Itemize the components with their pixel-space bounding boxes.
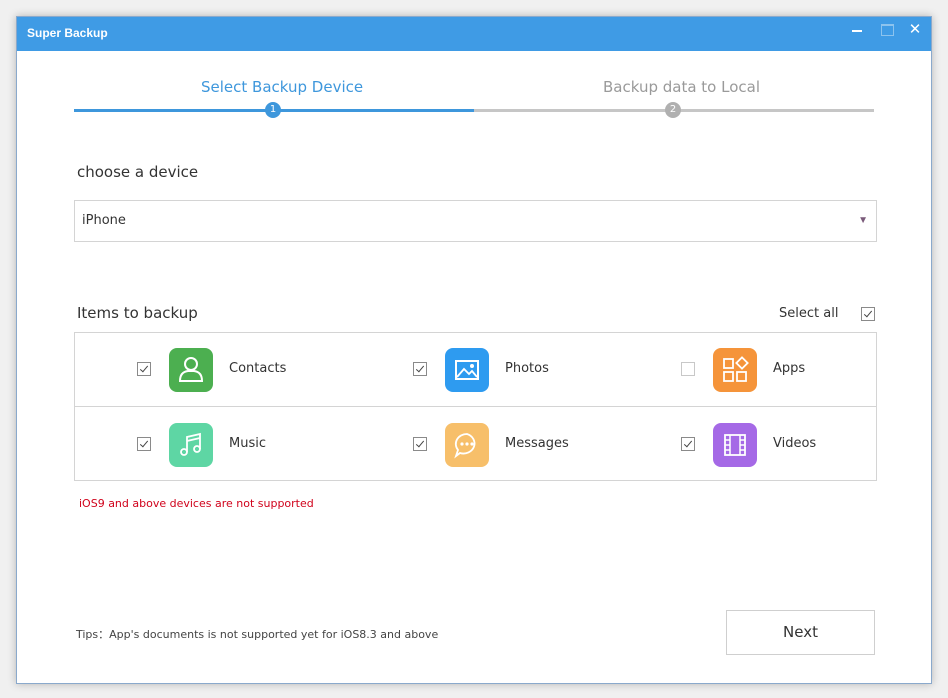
photos-icon xyxy=(445,348,489,392)
step-2-label: Backup data to Local xyxy=(603,78,761,96)
messages-label: Messages xyxy=(505,436,569,451)
contacts-label: Contacts xyxy=(229,361,287,376)
step-1-indicator: 1 xyxy=(265,102,281,118)
items-grid: Contacts Photos Apps Music Messages Vide… xyxy=(74,332,877,481)
dropdown-arrow-icon[interactable]: ▼ xyxy=(858,215,868,226)
close-icon: ✕ xyxy=(908,21,922,38)
device-selected-value: iPhone xyxy=(82,213,126,228)
step-2-indicator: 2 xyxy=(665,102,681,118)
select-all-checkbox[interactable] xyxy=(861,307,875,321)
step-1-label: Select Backup Device xyxy=(201,78,364,96)
item-apps[interactable]: Apps xyxy=(681,345,931,395)
items-label: Items to backup xyxy=(77,304,198,322)
apps-label: Apps xyxy=(773,361,806,376)
next-button[interactable]: Next xyxy=(726,610,875,655)
apps-checkbox[interactable] xyxy=(681,362,695,376)
music-checkbox[interactable] xyxy=(137,437,151,451)
contacts-icon xyxy=(169,348,213,392)
tips-text: Tips：App's documents is not supported ye… xyxy=(76,628,439,641)
item-music[interactable]: Music xyxy=(137,420,397,470)
minimize-icon xyxy=(852,30,862,32)
music-label: Music xyxy=(229,436,266,451)
item-videos[interactable]: Videos xyxy=(681,420,931,470)
device-label: choose a device xyxy=(77,163,199,181)
device-dropdown[interactable]: iPhone ▼ xyxy=(74,200,877,242)
music-icon xyxy=(169,423,213,467)
apps-icon xyxy=(713,348,757,392)
warning-message: iOS9 and above devices are not supported xyxy=(79,497,314,510)
maximize-button[interactable] xyxy=(875,21,899,39)
videos-checkbox[interactable] xyxy=(681,437,695,451)
photos-label: Photos xyxy=(505,361,549,376)
messages-icon xyxy=(445,423,489,467)
window-title: Super Backup xyxy=(27,26,108,40)
maximize-icon xyxy=(881,24,894,36)
title-bar[interactable]: Super Backup ✕ xyxy=(17,17,931,51)
videos-icon xyxy=(713,423,757,467)
app-window: Super Backup ✕ Select Backup Device Back… xyxy=(16,16,932,684)
photos-checkbox[interactable] xyxy=(413,362,427,376)
item-contacts[interactable]: Contacts xyxy=(137,345,397,395)
select-all-label: Select all xyxy=(779,306,839,321)
close-button[interactable]: ✕ xyxy=(903,21,927,39)
item-photos[interactable]: Photos xyxy=(413,345,673,395)
items-divider xyxy=(75,406,876,407)
item-messages[interactable]: Messages xyxy=(413,420,673,470)
videos-label: Videos xyxy=(773,436,817,451)
contacts-checkbox[interactable] xyxy=(137,362,151,376)
messages-checkbox[interactable] xyxy=(413,437,427,451)
minimize-button[interactable] xyxy=(845,21,869,39)
